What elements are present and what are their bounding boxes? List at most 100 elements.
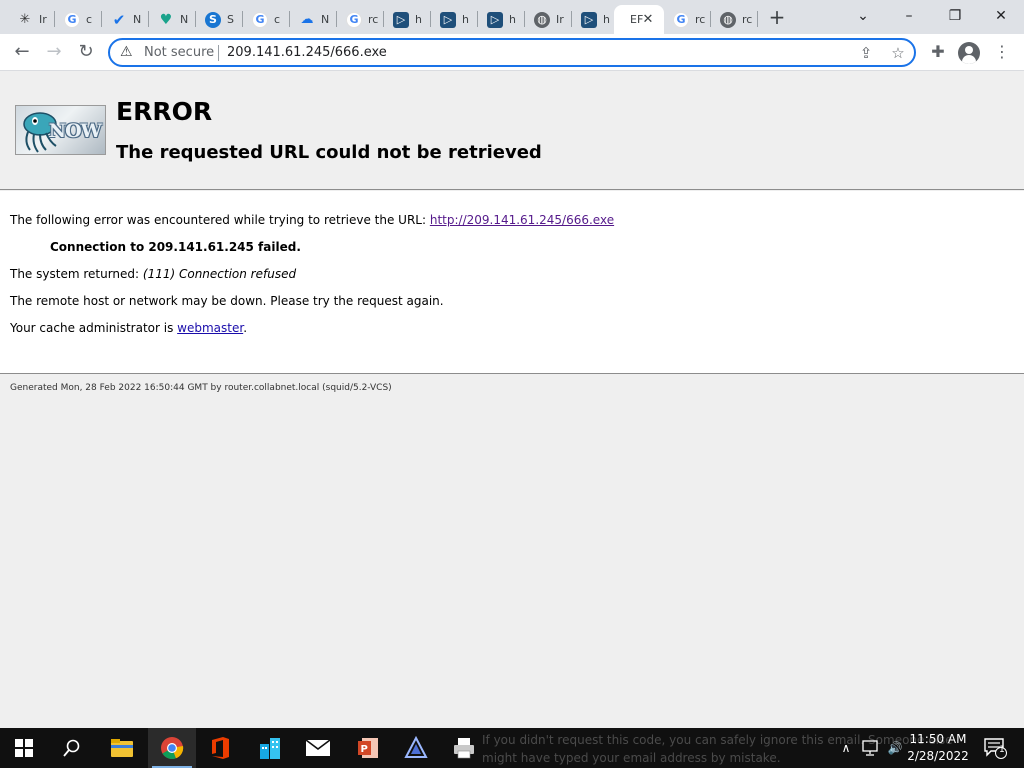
webmaster-link[interactable]: webmaster <box>177 321 243 335</box>
heart-shield-icon: ♥ <box>159 11 173 28</box>
browser-tab[interactable]: ▷ h <box>431 5 478 34</box>
globe-icon: ◍ <box>720 11 736 28</box>
warning-icon[interactable]: ⚠ <box>120 44 133 60</box>
play-doc-icon: ▷ <box>393 11 409 28</box>
tab-title: Ir <box>556 13 564 26</box>
address-bar[interactable]: ⚠ Not secure 209.141.61.245/666.exe ⇪ ☆ <box>108 38 916 67</box>
google-icon: G <box>673 11 689 28</box>
google-icon: G <box>346 11 362 28</box>
chrome-icon <box>161 737 184 760</box>
printer-button[interactable] <box>440 728 488 768</box>
page-subtitle: The requested URL could not be retrieved <box>116 142 542 163</box>
tab-title: Ir <box>39 13 47 26</box>
tab-title: c <box>86 13 93 26</box>
powerpoint-button[interactable]: P <box>344 728 392 768</box>
network-icon[interactable] <box>858 728 882 768</box>
error-url-line: The following error was encountered whil… <box>10 213 614 227</box>
cache-admin-prefix: Your cache administrator is <box>10 321 178 335</box>
tab-strip: ✳ Ir G c ✔ N ♥ N S S G c ☁ N G rc ▷ h ▷ … <box>0 0 1024 34</box>
windows-taskbar: P If you didn't request this code, you c… <box>0 728 1024 768</box>
new-tab-button[interactable]: + <box>766 7 788 29</box>
browser-tab[interactable]: ☁ N <box>290 5 337 34</box>
notification-count: 1 <box>999 745 1005 755</box>
browser-tab[interactable]: G rc <box>664 5 711 34</box>
start-button[interactable] <box>0 728 48 768</box>
tab-title: h <box>509 13 516 26</box>
checkmark-app-icon: ✔ <box>112 10 126 29</box>
cache-admin-line: Your cache administrator is webmaster. <box>10 321 247 335</box>
browser-tab[interactable]: ▷ h <box>572 5 614 34</box>
tab-title: c <box>274 13 281 26</box>
error-url-link[interactable]: http://209.141.61.245/666.exe <box>430 213 614 227</box>
extensions-puzzle-icon[interactable]: ✚ <box>926 40 950 64</box>
notifications-button[interactable]: 1 <box>978 728 1012 768</box>
play-doc-icon: ▷ <box>440 11 456 28</box>
tab-title: S <box>227 13 234 26</box>
s-app-icon: S <box>205 11 221 28</box>
system-returned-prefix: The system returned: <box>10 267 143 281</box>
close-icon[interactable]: ✕ <box>640 12 656 28</box>
minimize-button[interactable]: – <box>886 4 932 28</box>
globe-icon: ◍ <box>534 11 550 28</box>
back-button[interactable]: ← <box>10 40 34 64</box>
google-icon: G <box>64 11 80 28</box>
tab-title: N <box>133 13 142 26</box>
url-text[interactable]: 209.141.61.245/666.exe <box>227 45 387 60</box>
close-window-button[interactable]: ✕ <box>978 4 1024 28</box>
error-header: NOW ERROR The requested URL could not be… <box>0 72 1024 190</box>
tab-separator <box>757 11 758 27</box>
squid-logo: NOW <box>15 105 106 155</box>
tab-title: h <box>415 13 422 26</box>
office-icon <box>212 737 229 759</box>
clock-date: 2/28/2022 <box>907 749 969 763</box>
browser-tab[interactable]: G c <box>55 5 102 34</box>
browser-tab[interactable]: ♥ N <box>149 5 196 34</box>
browser-tab[interactable]: S S <box>196 5 243 34</box>
powerpoint-icon: P <box>358 738 378 758</box>
tab-search-button[interactable]: ⌄ <box>840 4 886 28</box>
office-button[interactable] <box>196 728 244 768</box>
logo-text: NOW <box>48 120 102 142</box>
search-button[interactable] <box>48 728 96 768</box>
search-icon <box>63 739 80 757</box>
squid-icon: ✳ <box>19 12 31 27</box>
browser-tab[interactable]: ◍ Ir <box>525 5 572 34</box>
browser-tab[interactable]: ✳ Ir <box>8 5 55 34</box>
pyramid-app-button[interactable] <box>392 728 440 768</box>
cache-admin-suffix: . <box>243 321 248 335</box>
system-clock[interactable]: 11:50 AM 2/28/2022 <box>906 731 970 765</box>
volume-icon[interactable]: 🔊 <box>883 728 907 768</box>
page-title: ERROR <box>116 97 213 126</box>
remote-host-text: The remote host or network may be down. … <box>10 294 444 308</box>
share-icon[interactable]: ⇪ <box>856 43 876 63</box>
mail-button[interactable] <box>294 728 342 768</box>
reload-button[interactable]: ↻ <box>74 40 98 64</box>
system-returned-value: (111) Connection refused <box>142 267 297 281</box>
browser-tab-active[interactable]: EF ✕ <box>614 5 664 34</box>
cloud-icon: ☁ <box>300 12 314 27</box>
buildings-app-button[interactable] <box>246 728 294 768</box>
restore-button[interactable]: ❐ <box>932 4 978 28</box>
folder-icon <box>111 739 133 757</box>
browser-tab[interactable]: ✔ N <box>102 5 149 34</box>
menu-kebab-icon[interactable]: ⋮ <box>990 40 1014 64</box>
bookmark-star-icon[interactable]: ☆ <box>888 43 908 63</box>
profile-avatar-icon[interactable] <box>958 42 980 64</box>
browser-tab[interactable]: G c <box>243 5 290 34</box>
forward-button[interactable]: → <box>42 40 66 64</box>
system-returned-line: The system returned: (111) Connection re… <box>10 267 296 281</box>
google-icon: G <box>252 11 268 28</box>
chrome-button[interactable] <box>148 728 196 768</box>
play-doc-icon: ▷ <box>581 11 597 28</box>
browser-tab[interactable]: ▷ h <box>478 5 525 34</box>
svg-text:P: P <box>361 744 368 755</box>
browser-tab[interactable]: ◍ rc <box>711 5 758 34</box>
tray-chevron-icon[interactable]: ∧ <box>836 728 856 768</box>
security-label[interactable]: Not secure <box>144 45 214 60</box>
browser-toolbar: ← → ↻ ⚠ Not secure 209.141.61.245/666.ex… <box>0 34 1024 71</box>
file-explorer-button[interactable] <box>98 728 146 768</box>
tab-title: rc <box>368 13 378 26</box>
browser-tab[interactable]: ▷ h <box>384 5 431 34</box>
browser-tab[interactable]: G rc <box>337 5 384 34</box>
clock-time: 11:50 AM <box>909 732 967 746</box>
